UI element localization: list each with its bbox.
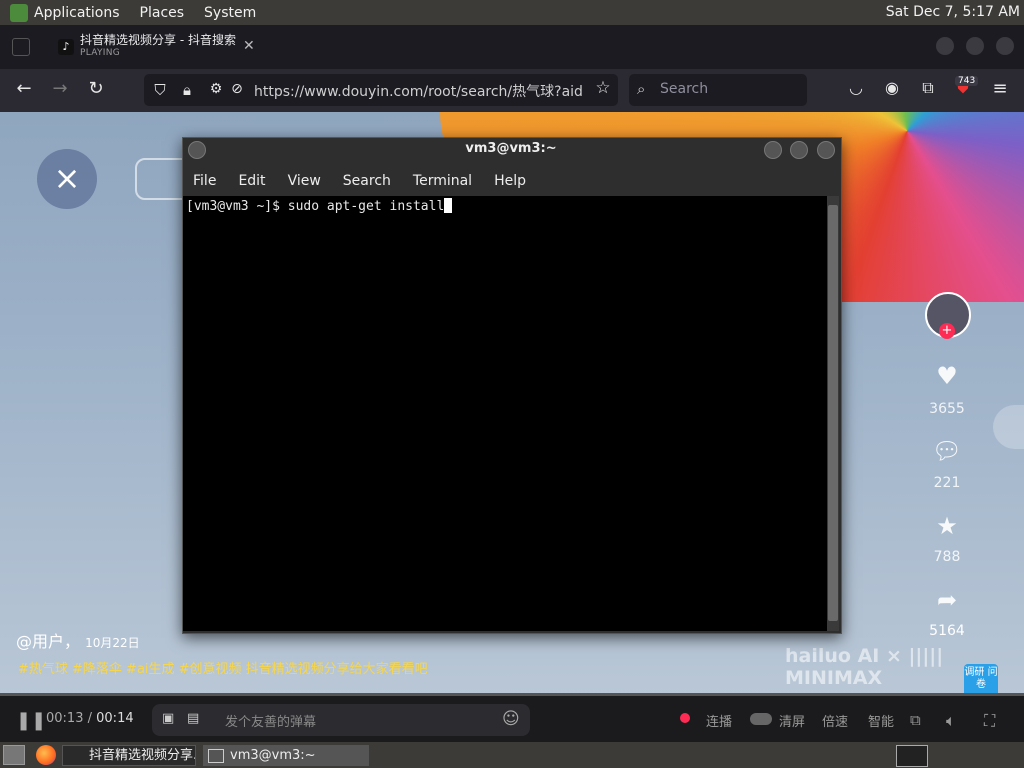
emoji-icon[interactable]: ☺	[502, 709, 520, 729]
autoplay-dot-icon	[680, 713, 690, 723]
tab-playing-status: PLAYING	[80, 48, 121, 58]
extensions-icon[interactable]: ⧉	[917, 78, 939, 98]
places-menu[interactable]: Places	[140, 5, 185, 21]
pause-icon[interactable]: ❚❚	[16, 710, 46, 731]
reload-icon[interactable]: ↻	[85, 78, 107, 99]
like-count: 3655	[929, 401, 965, 417]
menu-search[interactable]: Search	[343, 173, 391, 189]
terminal-menubar: File Edit View Search Terminal Help	[182, 167, 840, 195]
terminal-task-icon	[208, 749, 224, 763]
extension-badge: 743	[955, 76, 979, 86]
terminal-cursor	[444, 198, 453, 213]
account-icon[interactable]: ◉	[881, 78, 903, 97]
system-menu[interactable]: System	[204, 5, 256, 21]
danmu-bar	[152, 704, 530, 736]
hamburger-menu-icon[interactable]: ≡	[989, 78, 1011, 99]
tab-close-icon[interactable]: ✕	[243, 38, 255, 54]
video-tags[interactable]: #热气球 #降落伞 #ai生成 #创意视频 抖音精选视频分享给大家看看吧	[18, 658, 428, 677]
search-icon: ⌕	[637, 80, 646, 98]
follow-plus-icon[interactable]: +	[939, 323, 955, 339]
favorite-count: 788	[933, 549, 961, 565]
bookmark-star-icon[interactable]: ☆	[592, 78, 614, 98]
pip-icon[interactable]: ⧉	[910, 711, 921, 729]
firefox-launcher-icon[interactable]	[36, 745, 56, 765]
menu-terminal[interactable]: Terminal	[413, 173, 472, 189]
menu-edit[interactable]: Edit	[238, 173, 265, 189]
pocket-icon[interactable]: ◡	[845, 78, 867, 97]
volume-icon[interactable]: 🔈︎	[946, 711, 956, 731]
speed-button[interactable]: 倍速	[822, 711, 848, 730]
taskbar-browser-window[interactable]: 抖音精选视频分享...	[62, 745, 196, 766]
clear-screen-label: 清屏	[779, 715, 806, 730]
show-desktop-icon[interactable]	[3, 745, 25, 765]
time-total: 00:14	[96, 711, 134, 726]
terminal-scroll-thumb[interactable]	[828, 205, 838, 621]
taskbar-browser-label: 抖音精选视频分享...	[89, 748, 196, 763]
minimize-window-button[interactable]	[936, 37, 954, 55]
clock[interactable]: Sat Dec 7, 5:17 AM	[886, 4, 1020, 20]
terminal-prompt: [vm3@vm3 ~]$ sudo apt-get install	[186, 199, 445, 214]
terminal-screen[interactable]	[183, 196, 827, 631]
menu-file[interactable]: File	[193, 173, 216, 189]
back-arrow-icon[interactable]: ←	[13, 78, 35, 99]
fullscreen-icon[interactable]: ⛶	[984, 711, 995, 731]
close-window-button[interactable]	[996, 37, 1014, 55]
lock-icon[interactable]: 🔒︎	[176, 81, 198, 99]
workspace-switcher[interactable]	[896, 745, 928, 767]
terminal-close-button[interactable]	[817, 141, 835, 159]
applications-menu[interactable]: Applications	[34, 5, 120, 21]
terminal-maximize-button[interactable]	[790, 141, 808, 159]
share-count: 5164	[929, 623, 965, 639]
url-text[interactable]: https://www.douyin.com/root/search/热气球?a…	[254, 81, 584, 101]
search-placeholder[interactable]: Search	[660, 81, 708, 97]
share-arrow-icon[interactable]: ➦	[925, 586, 969, 614]
permissions-icon[interactable]: ⚙	[205, 81, 227, 97]
tab-title: 抖音精选视频分享 - 抖音搜索	[80, 33, 236, 47]
favorite-star-icon[interactable]: ★	[925, 512, 969, 540]
douyin-favicon-icon: ♪	[58, 39, 74, 55]
search-box[interactable]	[629, 74, 807, 106]
video-author[interactable]: @用户， 10月22日	[16, 628, 140, 652]
menu-help[interactable]: Help	[494, 173, 526, 189]
quality-button[interactable]: 智能	[868, 711, 894, 730]
autoplay-toggle[interactable]: 连播	[706, 711, 732, 730]
taskbar-terminal-label: vm3@vm3:~	[230, 748, 316, 763]
maximize-window-button[interactable]	[966, 37, 984, 55]
video-time: 00:13 / 00:14	[46, 711, 134, 726]
author-name[interactable]: @用户，	[16, 632, 80, 651]
shield-icon[interactable]: ⛉	[149, 81, 171, 99]
comment-icon[interactable]: 💬︎	[925, 437, 969, 465]
terminal-title: vm3@vm3:~	[465, 141, 557, 156]
close-video-button[interactable]: ×	[37, 149, 97, 209]
like-heart-icon[interactable]: ♥	[925, 362, 969, 390]
forward-arrow-icon[interactable]: →	[49, 78, 71, 99]
distro-logo-icon[interactable]	[10, 3, 28, 22]
video-date: 10月22日	[85, 636, 140, 650]
taskbar-terminal-window[interactable]: vm3@vm3:~	[203, 745, 369, 766]
clear-screen-toggle[interactable]	[750, 713, 772, 725]
danmu-toggle-icon[interactable]: ▣	[162, 711, 174, 726]
terminal-minimize-button[interactable]	[764, 141, 782, 159]
time-separator: /	[87, 711, 92, 726]
terminal-command-line[interactable]: [vm3@vm3 ~]$ sudo apt-get install	[186, 198, 453, 214]
danmu-input[interactable]: 发个友善的弹幕	[225, 711, 316, 730]
autoplay-blocked-icon[interactable]: ⊘	[226, 81, 248, 97]
comment-count: 221	[933, 475, 961, 491]
tab-overview-icon[interactable]	[12, 38, 30, 56]
menu-view[interactable]: View	[288, 173, 321, 189]
danmu-settings-icon[interactable]: ▤	[187, 711, 199, 726]
time-current: 00:13	[46, 711, 84, 726]
top-panel: Applications Places System Sat Dec 7, 5:…	[0, 0, 1024, 25]
